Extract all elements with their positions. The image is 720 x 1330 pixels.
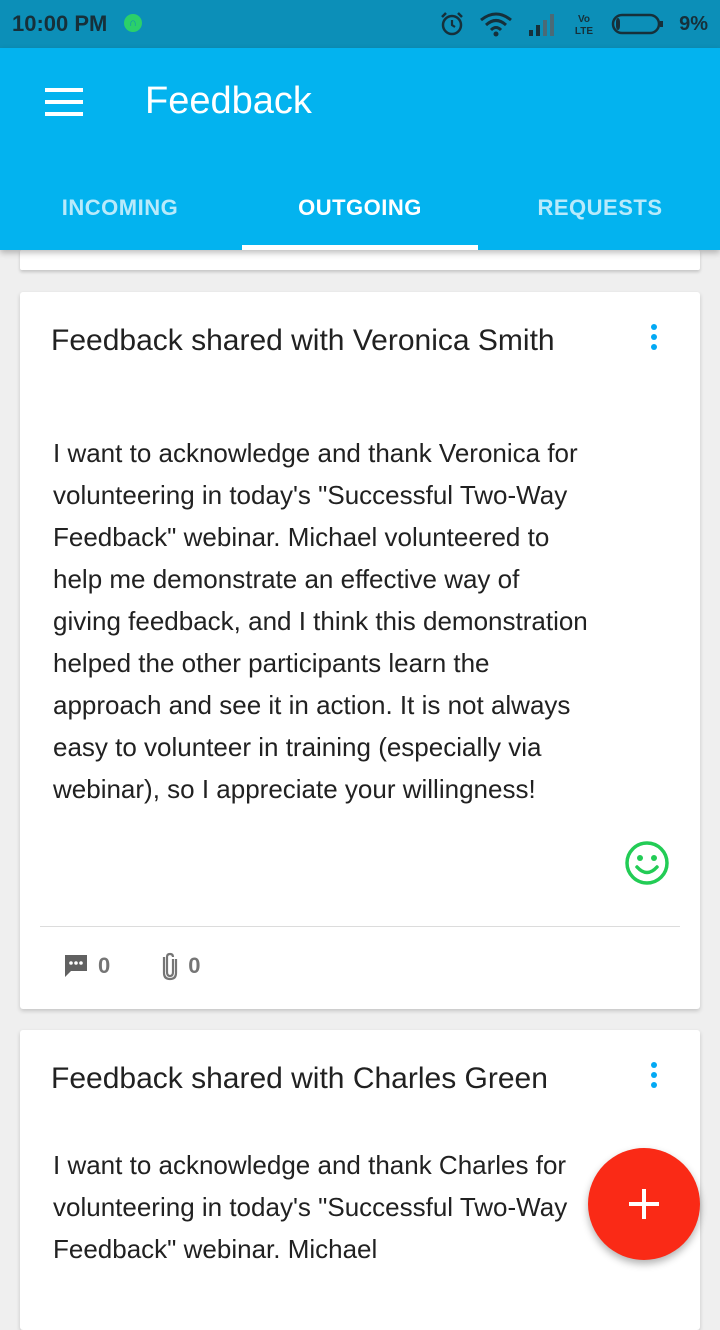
tab-bar: INCOMING OUTGOING REQUESTS: [0, 178, 720, 250]
comment-icon: [65, 955, 87, 977]
svg-text:Vo: Vo: [578, 14, 590, 25]
comments-count: 0: [98, 953, 111, 978]
headset-notification-icon: ∩: [124, 14, 142, 32]
card-title: Feedback shared with Veronica Smith: [51, 324, 555, 357]
previous-card-fragment: [20, 250, 700, 270]
card-footer: 0 0: [62, 946, 201, 986]
feedback-card[interactable]: Feedback shared with Veronica Smith I wa…: [20, 292, 700, 1009]
comments-button[interactable]: 0: [62, 952, 110, 980]
paperclip-icon: [163, 952, 178, 981]
more-options-icon[interactable]: [642, 1060, 666, 1090]
volte-icon: Vo LTE: [575, 14, 593, 37]
add-feedback-button[interactable]: [588, 1148, 700, 1260]
divider: [40, 926, 680, 927]
smiley-icon: [625, 841, 669, 885]
battery-icon: [611, 13, 664, 35]
tab-incoming[interactable]: INCOMING: [0, 178, 240, 250]
card-body: I want to acknowledge and thank Veronica…: [53, 438, 588, 804]
more-options-icon[interactable]: [642, 322, 666, 352]
card-body: I want to acknowledge and thank Charles …: [53, 1150, 568, 1264]
app-bar: Feedback INCOMING OUTGOING REQUESTS: [0, 48, 720, 250]
hamburger-menu-icon[interactable]: [40, 82, 88, 122]
signal-icon: [529, 14, 555, 36]
status-icons: Vo LTE 9%: [439, 10, 708, 38]
alarm-icon: [441, 12, 463, 36]
status-time: 10:00 PM: [12, 11, 108, 36]
tab-outgoing[interactable]: OUTGOING: [240, 178, 480, 250]
attachments-count: 0: [188, 953, 201, 978]
battery-percentage: 9%: [679, 12, 708, 35]
attachments-button[interactable]: 0: [160, 951, 201, 981]
tab-requests[interactable]: REQUESTS: [480, 178, 720, 250]
card-title: Feedback shared with Charles Green: [51, 1062, 548, 1095]
status-bar: 10:00 PM ∩ Vo LTE 9%: [0, 0, 720, 48]
svg-text:LTE: LTE: [575, 26, 593, 37]
wifi-icon: [480, 12, 513, 37]
page-title: Feedback: [145, 80, 312, 122]
